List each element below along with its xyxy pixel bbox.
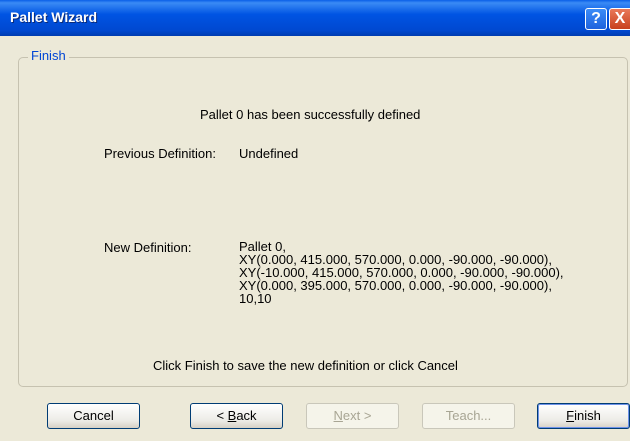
finish-button-label: inish [574,408,601,423]
next-button-label: ext > [342,408,372,423]
finish-button[interactable]: Finish [537,403,630,429]
new-definition-value: Pallet 0, XY(0.000, 415.000, 570.000, 0.… [239,240,564,305]
cancel-button[interactable]: Cancel [47,403,140,429]
next-button[interactable]: Next > [306,403,399,429]
instruction-text: Click Finish to save the new definition … [153,358,458,373]
help-button[interactable]: ? [585,8,607,30]
window-title: Pallet Wizard [10,9,98,25]
close-button[interactable]: X [609,8,630,30]
finish-button-mnemonic: F [566,408,575,423]
back-button-label: ack [236,408,257,423]
definition-line: XY(0.000, 395.000, 570.000, 0.000, -90.0… [239,278,552,293]
title-bar: Pallet Wizard ? X [0,0,630,36]
next-button-mnemonic: N [333,408,343,423]
definition-line: 10,10 [239,291,272,306]
previous-definition-value: Undefined [239,146,299,161]
teach-button[interactable]: Teach... [422,403,515,429]
success-message: Pallet 0 has been successfully defined [200,107,421,122]
back-button-prefix: < [216,408,228,423]
help-icon: ? [591,10,601,27]
back-button[interactable]: < Back [190,403,283,429]
new-definition-label: New Definition: [104,240,192,255]
previous-definition-label: Previous Definition: [104,146,216,161]
close-icon: X [614,10,626,27]
group-label: Finish [28,48,69,63]
cancel-button-label: Cancel [73,408,114,423]
teach-button-label: Teach... [445,408,492,423]
